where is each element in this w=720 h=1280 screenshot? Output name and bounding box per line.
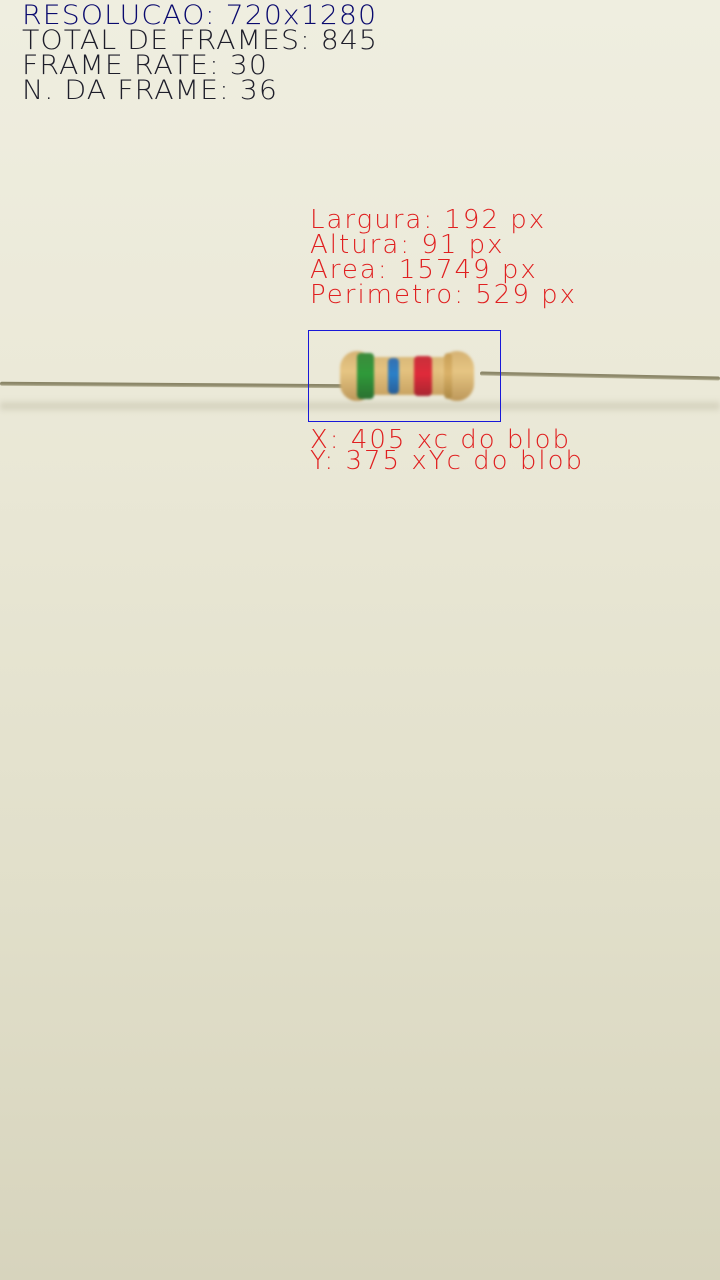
- video-frame: RESOLUCAO: 720x1280 TOTAL DE FRAMES: 845…: [0, 0, 720, 1280]
- blob-perimeter-label: Perimetro: 529 px: [310, 280, 578, 310]
- blob-y-center-label: Y: 375 xYc do blob: [310, 446, 584, 476]
- resistor-lead-left: [0, 381, 351, 389]
- resistor-lead-right: [479, 371, 720, 381]
- blob-bounding-box: [308, 330, 501, 422]
- frame-number-label: N. DA FRAME: 36: [22, 75, 278, 106]
